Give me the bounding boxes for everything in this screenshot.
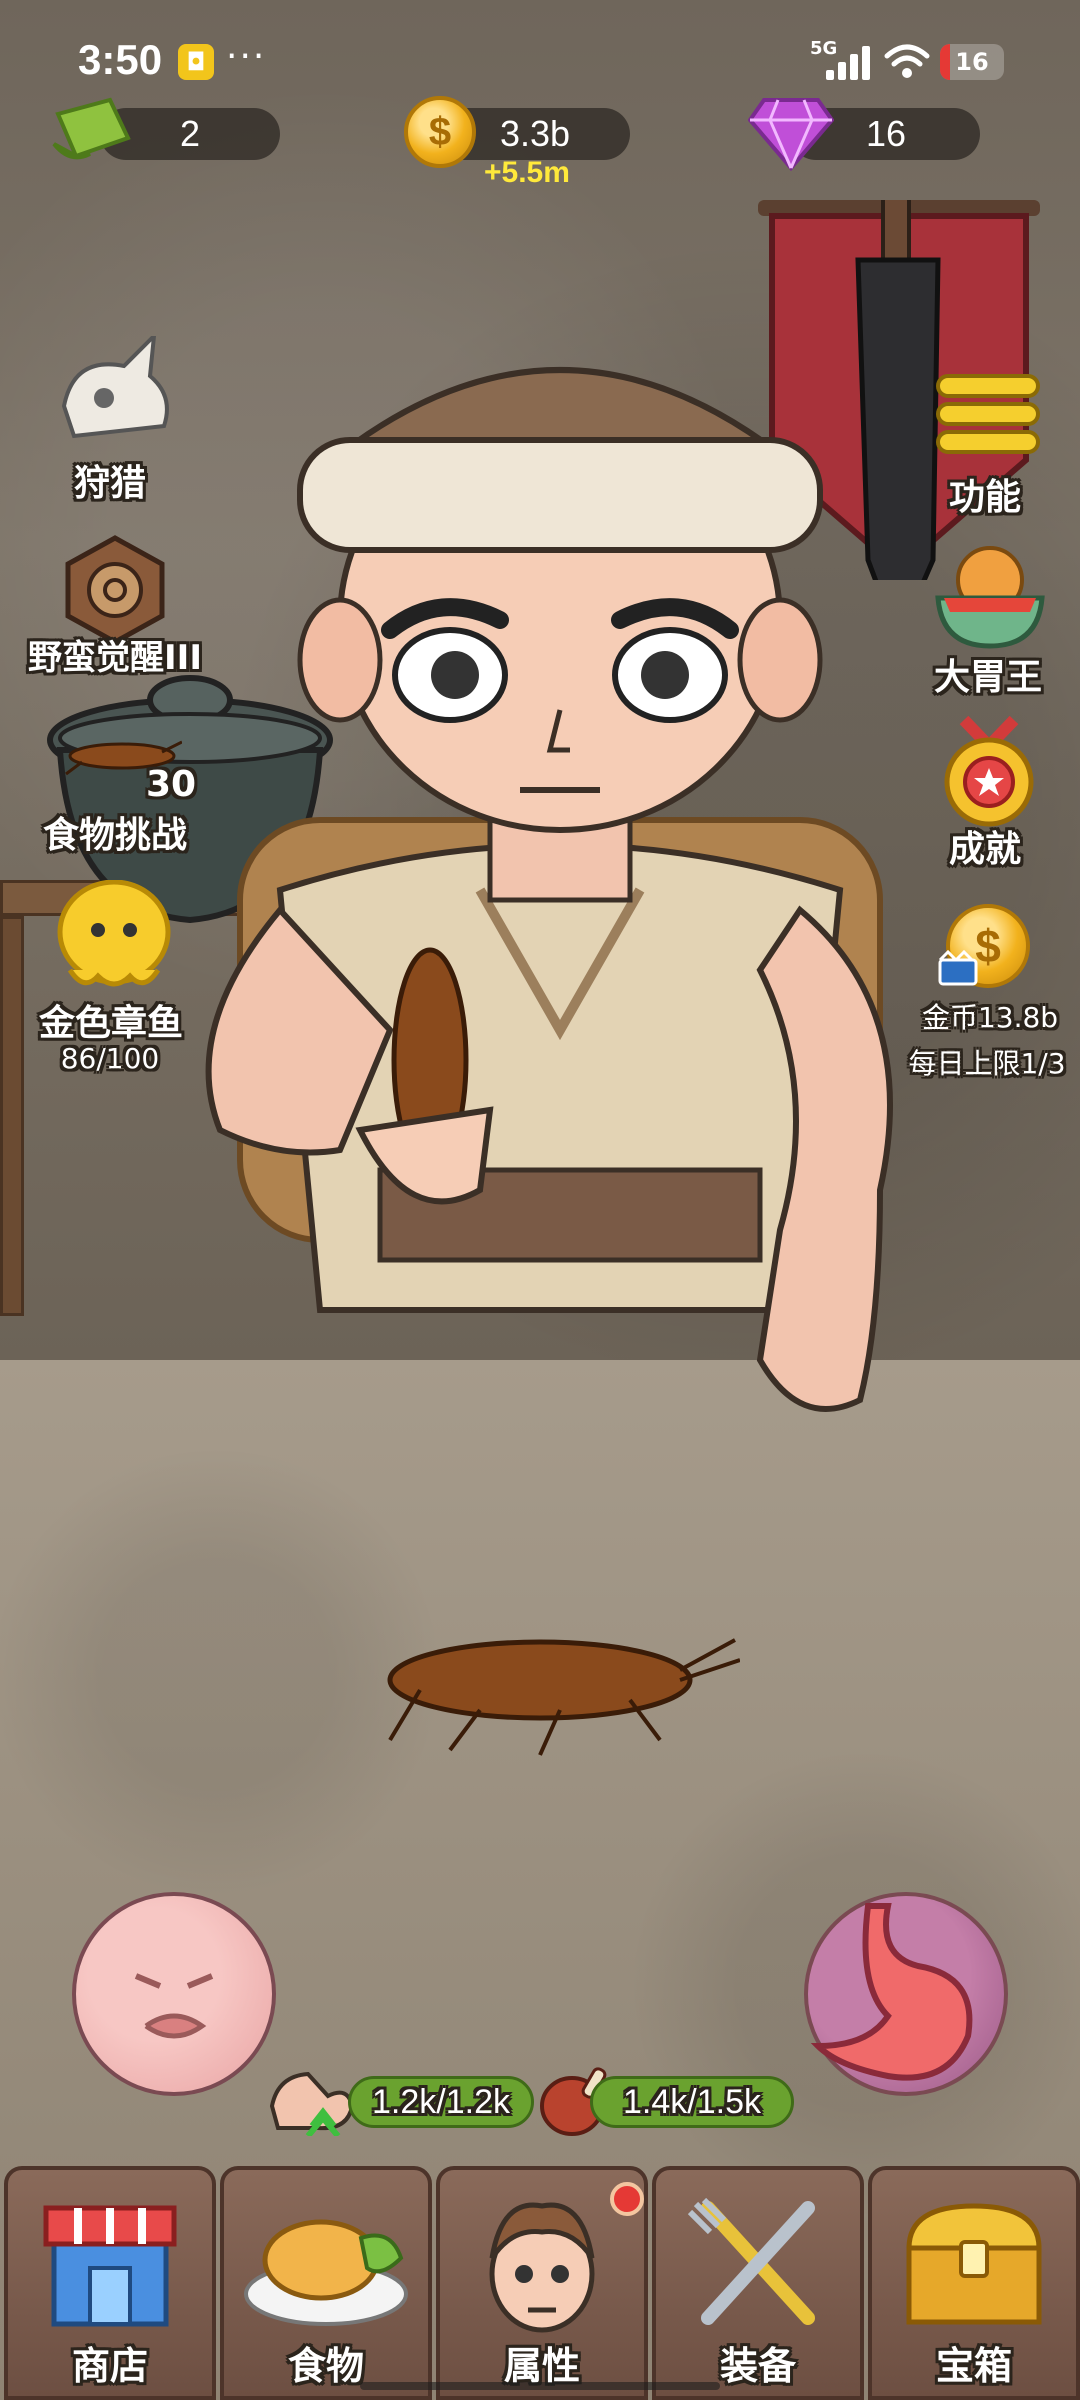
nav-chest[interactable]: 宝箱 (868, 2166, 1080, 2400)
tickets-value: 2 (180, 113, 201, 154)
golden-octopus-label[interactable]: 金色章鱼 (26, 994, 196, 1046)
hunger-value: 1.4k/1.5k (623, 2083, 761, 2121)
gem-icon (748, 98, 834, 172)
nav-shop-label: 商店 (71, 2344, 148, 2388)
strength-face-gauge[interactable] (72, 1892, 276, 2096)
player-character[interactable] (160, 330, 960, 1430)
nav-shop[interactable]: 商店 (4, 2166, 216, 2400)
strength-stat: 1.2k/1.2k (348, 2076, 534, 2128)
video-ad-icon (938, 950, 978, 986)
attributes-alert-badge (610, 2182, 644, 2216)
stomach-icon (810, 1903, 973, 2081)
food-plate-icon (244, 2219, 408, 2326)
app-notification-icon: ◘ (178, 44, 214, 80)
functions-label[interactable]: 功能 (930, 468, 1040, 520)
more-notifications-icon: ··· (226, 36, 267, 77)
gold-coin-icon: $ (404, 96, 476, 168)
ad-daily-limit: 每日上限1/3 (908, 1047, 1066, 1080)
golden-octopus-icon[interactable] (54, 880, 174, 994)
golden-octopus-progress: 86/100 (60, 1042, 160, 1075)
gold-income: +5.5m (484, 156, 570, 189)
treasure-chest-icon (906, 2203, 1042, 2325)
cockroach-food[interactable] (380, 1600, 740, 1760)
wifi-icon (884, 44, 930, 78)
stomach-gauge[interactable] (804, 1892, 1008, 2096)
hunt-label[interactable]: 狩猎 (40, 454, 180, 506)
food-challenge-label[interactable]: 食物挑战 (30, 806, 200, 858)
clock: 3:50 (78, 36, 163, 83)
gems-value: 16 (866, 113, 907, 154)
strength-arm-icon (269, 2071, 355, 2136)
nav-chest-label: 宝箱 (935, 2344, 1012, 2388)
nav-attributes[interactable]: 属性 (436, 2166, 648, 2400)
gold-value: 3.3b (500, 113, 571, 154)
functions-menu-icon[interactable] (936, 372, 1040, 456)
big-eater-label[interactable]: 大胃王 (918, 648, 1058, 700)
character-avatar-icon (489, 2202, 595, 2333)
status-bar: 3:50 ◘ ··· 5G 16 (0, 0, 1080, 120)
big-eater-bowl-icon[interactable] (930, 540, 1050, 650)
home-indicator[interactable] (360, 2382, 720, 2390)
hunger-stat: 1.4k/1.5k (590, 2076, 794, 2128)
achievements-medal-icon[interactable] (934, 716, 1044, 828)
scroll-ticket-icon (52, 97, 131, 160)
nav-equipment[interactable]: 装备 (652, 2166, 864, 2400)
awaken-label[interactable]: 野蛮觉醒III (20, 630, 210, 679)
achievements-label[interactable]: 成就 (930, 820, 1040, 872)
strained-face-icon (134, 1973, 214, 2039)
food-challenge-count: 30 (145, 764, 197, 805)
battery-level: 16 (955, 48, 989, 76)
strength-value: 1.2k/1.2k (372, 2083, 510, 2121)
fork-knife-icon (688, 2198, 815, 2325)
ad-reward-amount[interactable]: 金币13.8b (900, 996, 1080, 1036)
signal-icon (826, 44, 872, 80)
battery-icon: 16 (940, 44, 1004, 80)
hunt-skull-icon[interactable] (54, 336, 178, 446)
nav-food[interactable]: 食物 (220, 2166, 432, 2400)
shop-icon (43, 2205, 177, 2327)
